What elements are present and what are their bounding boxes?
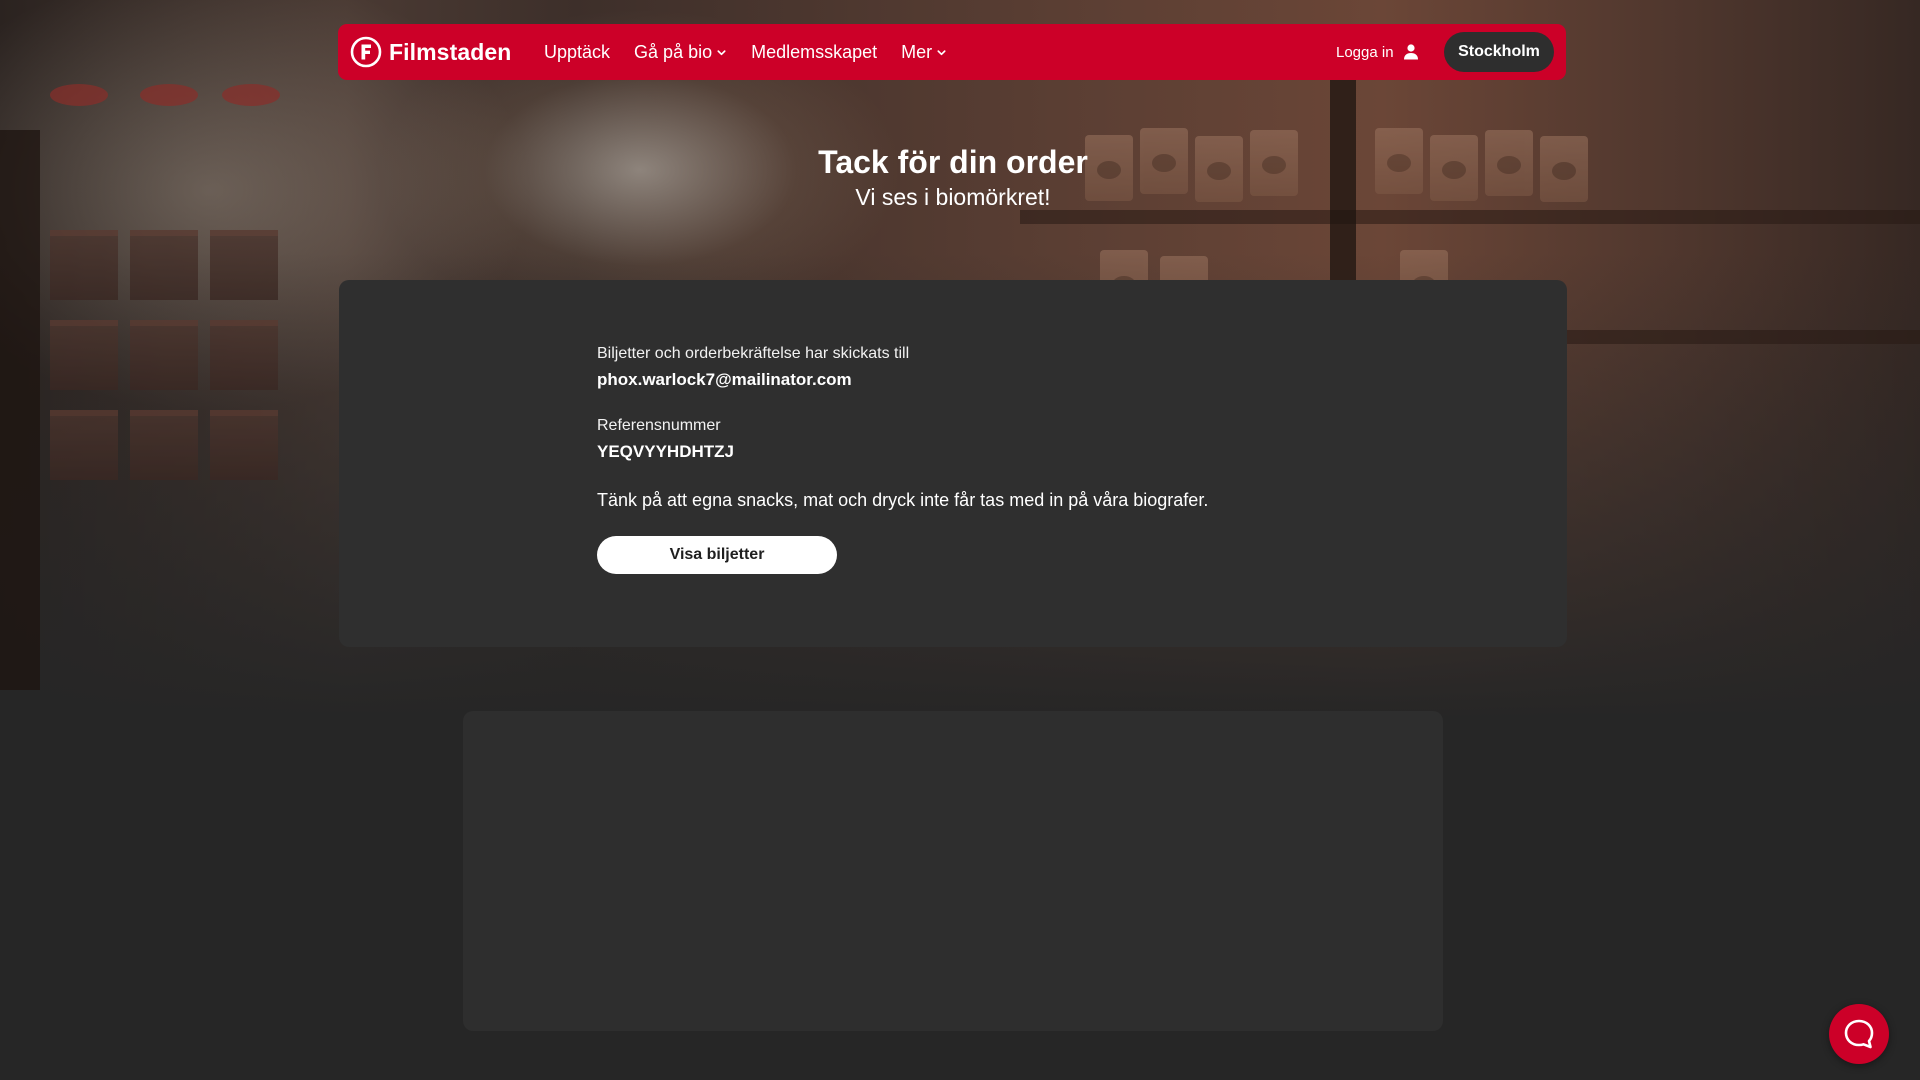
top-navbar: Filmstaden Upptäck Gå på bio Medlemsskap…: [338, 24, 1566, 80]
order-details: Biljetter och orderbekräftelse har skick…: [597, 344, 1317, 574]
nav-link-upptack[interactable]: Upptäck: [544, 42, 610, 63]
brand-home-link[interactable]: Filmstaden: [350, 24, 511, 80]
nav-link-label: Upptäck: [544, 41, 611, 62]
page-title: Tack för din order: [818, 144, 1088, 180]
reference-number: YEQVYYHDHTZJ: [597, 442, 734, 461]
content-placeholder-panel: [463, 711, 1443, 1031]
nav-link-label: Mer: [901, 41, 933, 62]
filmstaden-logo-icon: [350, 36, 382, 68]
chevron-down-icon: [717, 49, 726, 55]
order-confirmation-card: Biljetter och orderbekräftelse har skick…: [339, 280, 1567, 647]
nav-link-label: Gå på bio: [634, 41, 713, 62]
view-tickets-button[interactable]: Visa biljetter: [597, 536, 837, 574]
snacks-notice: Tänk på att egna snacks, mat och dryck i…: [597, 490, 1209, 510]
main-nav-links: Upptäck Gå på bio Medlemsskapet Mer: [544, 24, 947, 80]
login-link[interactable]: Logga in: [1336, 24, 1420, 80]
user-icon: [1403, 44, 1418, 60]
login-label: Logga in: [1336, 43, 1394, 61]
nav-link-medlemsskapet[interactable]: Medlemsskapet: [751, 42, 877, 63]
nav-link-ga-pa-bio[interactable]: Gå på bio: [634, 42, 727, 63]
confirmation-headline: Tack för din order Vi ses i biomörkret!: [0, 142, 1906, 212]
nav-link-label: Medlemsskapet: [751, 41, 878, 62]
chat-support-button[interactable]: [1829, 1004, 1889, 1064]
order-confirmation-page: Filmstaden Upptäck Gå på bio Medlemsskap…: [0, 0, 1920, 1080]
city-selector-button[interactable]: Stockholm: [1444, 32, 1554, 72]
chat-bubble-icon: [1844, 1019, 1874, 1049]
chevron-down-icon: [937, 49, 946, 55]
nav-link-mer[interactable]: Mer: [901, 42, 947, 63]
page-subtitle: Vi ses i biomörkret!: [855, 184, 1051, 210]
sent-to-label: Biljetter och orderbekräftelse har skick…: [597, 345, 910, 362]
reference-label: Referensnummer: [597, 417, 721, 434]
confirmation-email: phox.warlock7@mailinator.com: [597, 370, 852, 389]
brand-name: Filmstaden: [389, 38, 512, 65]
